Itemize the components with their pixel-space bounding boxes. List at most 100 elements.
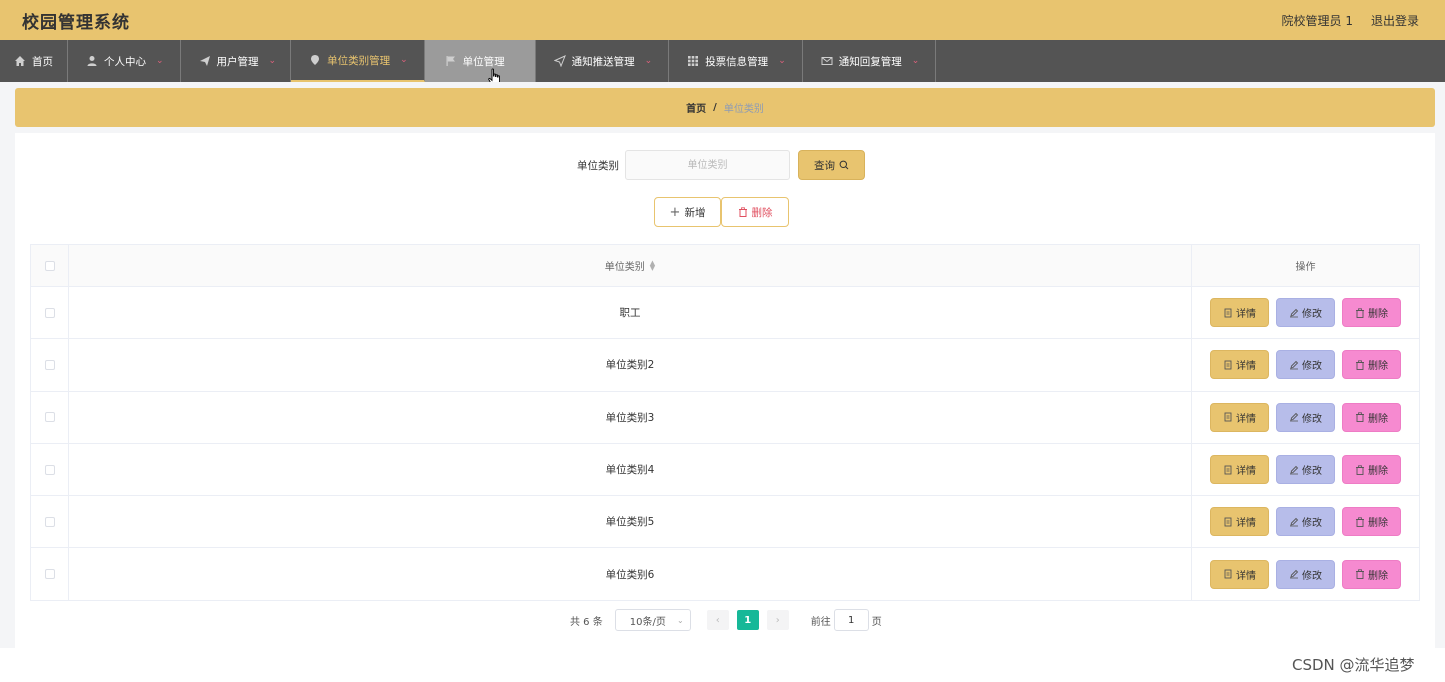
nav-item-user-management[interactable]: 用户管理 ⌄ <box>181 40 292 82</box>
delete-button[interactable]: 删除 <box>1342 298 1401 328</box>
query-button[interactable]: 查询 <box>798 150 865 180</box>
user-icon <box>87 56 97 66</box>
search-label: 单位类别 <box>577 160 619 172</box>
column-header-ops: 操作 <box>1295 262 1316 273</box>
detail-button-label: 详情 <box>1236 309 1256 321</box>
detail-button[interactable]: 详情 <box>1210 298 1269 328</box>
row-checkbox[interactable] <box>44 307 55 318</box>
row-ops-cell: 详情 修改 删除 <box>1192 287 1419 338</box>
nav-item-notice-reply-management[interactable]: 通知回复管理 ⌄ <box>803 40 937 82</box>
trash-icon <box>1356 412 1364 423</box>
table-row: 单位类别4 详情 修改 删除 <box>31 443 1419 497</box>
goto-prefix: 前往 <box>810 616 831 628</box>
page-size-select[interactable]: 10条/页 ⌄ <box>614 609 691 631</box>
flag-icon <box>446 56 455 66</box>
next-page-button[interactable]: › <box>766 610 789 630</box>
edit-button[interactable]: 修改 <box>1276 507 1335 537</box>
pencil-icon <box>1290 569 1299 579</box>
nav-item-home[interactable]: 首页 <box>0 40 68 82</box>
delete-button-label: 删除 <box>1368 309 1388 321</box>
detail-button[interactable]: 详情 <box>1210 559 1269 589</box>
sort-icon[interactable]: ▲ ▼ <box>650 259 655 271</box>
row-ops-cell: 详情 修改 删除 <box>1192 392 1419 443</box>
mail-icon <box>821 57 833 65</box>
logout-link[interactable]: 退出登录 <box>1371 12 1419 29</box>
delete-button[interactable]: 删除 <box>1342 559 1401 589</box>
nav-item-personal-center[interactable]: 个人中心 ⌄ <box>68 40 181 82</box>
edit-button[interactable]: 修改 <box>1276 298 1335 328</box>
row-name-cell: 单位类别6 <box>69 548 1192 600</box>
watermark: CSDN @流华追梦 <box>1292 656 1415 674</box>
edit-button-label: 修改 <box>1302 413 1322 425</box>
chevron-down-icon: ⌄ <box>156 56 164 66</box>
header-checkbox-cell <box>31 245 69 286</box>
goto-page: 前往 页 <box>811 609 882 631</box>
chevron-down-icon: ⌄ <box>400 55 408 65</box>
trash-icon <box>1356 360 1364 370</box>
goto-page-input[interactable] <box>833 609 869 631</box>
table-row: 单位类别2 详情 修改 删除 <box>31 339 1419 392</box>
select-all-checkbox[interactable] <box>44 260 55 271</box>
edit-button[interactable]: 修改 <box>1276 402 1335 432</box>
row-checkbox[interactable] <box>44 464 55 475</box>
nav-item-unit-category-management[interactable]: 单位类别管理 ⌄ <box>291 40 425 82</box>
nav-item-notice-push-management[interactable]: 通知推送管理 ⌄ <box>536 40 670 82</box>
row-checkbox-cell <box>31 339 69 391</box>
unit-category-table: 单位类别 ▲ ▼ 操作 职工 详情 修改 删除 单位类别2 详情 修改 删除 单位类别3 详情 修改删… <box>30 244 1420 601</box>
search-icon <box>839 160 849 170</box>
plus-icon: + <box>669 204 681 220</box>
edit-button[interactable]: 修改 <box>1276 559 1335 589</box>
pencil-icon <box>1290 308 1299 318</box>
edit-button[interactable]: 修改 <box>1276 455 1335 485</box>
row-name: 职工 <box>619 307 641 320</box>
detail-button-label: 详情 <box>1236 466 1256 478</box>
row-checkbox-cell <box>31 548 69 600</box>
delete-button[interactable]: 删除 <box>1342 350 1401 380</box>
detail-button[interactable]: 详情 <box>1210 350 1269 380</box>
row-checkbox[interactable] <box>44 412 55 423</box>
breadcrumb-home[interactable]: 首页 <box>686 100 706 115</box>
row-ops-cell: 详情 修改 删除 <box>1192 496 1419 547</box>
row-checkbox-cell <box>31 443 69 496</box>
pagination-total: 共 6 条 <box>570 616 603 628</box>
row-checkbox[interactable] <box>44 569 55 580</box>
row-checkbox-cell <box>31 391 69 443</box>
batch-delete-button[interactable]: 删除 <box>721 197 789 227</box>
column-header-name: 单位类别 <box>604 262 645 273</box>
delete-button[interactable]: 删除 <box>1342 455 1401 485</box>
detail-button[interactable]: 详情 <box>1210 507 1269 537</box>
row-checkbox[interactable] <box>44 359 55 370</box>
delete-button[interactable]: 删除 <box>1342 402 1401 432</box>
nav-item-vote-info-management[interactable]: 投票信息管理 ⌄ <box>669 40 803 82</box>
nav-item-label: 单位管理 <box>462 55 505 68</box>
edit-button-label: 修改 <box>1302 570 1322 582</box>
document-icon <box>1224 569 1232 579</box>
nav-item-unit-management[interactable]: 单位管理 <box>424 40 536 82</box>
edit-button-label: 修改 <box>1302 518 1322 530</box>
detail-button[interactable]: 详情 <box>1210 402 1269 432</box>
current-user-label[interactable]: 院校管理员 1 <box>1282 12 1353 29</box>
table-row: 单位类别5 详情 修改 删除 <box>31 496 1419 549</box>
header-name-cell[interactable]: 单位类别 ▲ ▼ <box>69 245 1192 286</box>
row-name-cell: 单位类别4 <box>69 443 1192 496</box>
chevron-down-icon: ⌄ <box>644 56 653 66</box>
main-nav: 首页 个人中心 ⌄ 用户管理 ⌄ 单位类别管理 ⌄ 单位管理 通知推送管理 ⌄ <box>0 40 1445 82</box>
row-checkbox[interactable] <box>44 516 55 527</box>
pencil-icon <box>1290 465 1299 474</box>
prev-page-button[interactable]: ‹ <box>706 610 729 630</box>
table-row: 单位类别3 详情 修改 删除 <box>31 391 1419 444</box>
goto-suffix: 页 <box>871 616 882 628</box>
pencil-icon <box>1290 517 1299 527</box>
delete-button[interactable]: 删除 <box>1342 507 1401 537</box>
table-header-row: 单位类别 ▲ ▼ 操作 <box>31 245 1419 287</box>
add-button[interactable]: + 新增 <box>654 197 721 227</box>
search-input[interactable] <box>625 150 790 180</box>
edit-button[interactable]: 修改 <box>1276 350 1335 380</box>
location-pin-icon <box>311 55 320 65</box>
edit-button-label: 修改 <box>1302 466 1322 478</box>
detail-button[interactable]: 详情 <box>1210 455 1269 485</box>
header-ops-cell: 操作 <box>1192 245 1419 286</box>
header-user-area: 院校管理员 1 退出登录 <box>1282 12 1419 29</box>
trash-icon <box>1356 517 1364 527</box>
page-number-current[interactable]: 1 <box>736 610 759 630</box>
